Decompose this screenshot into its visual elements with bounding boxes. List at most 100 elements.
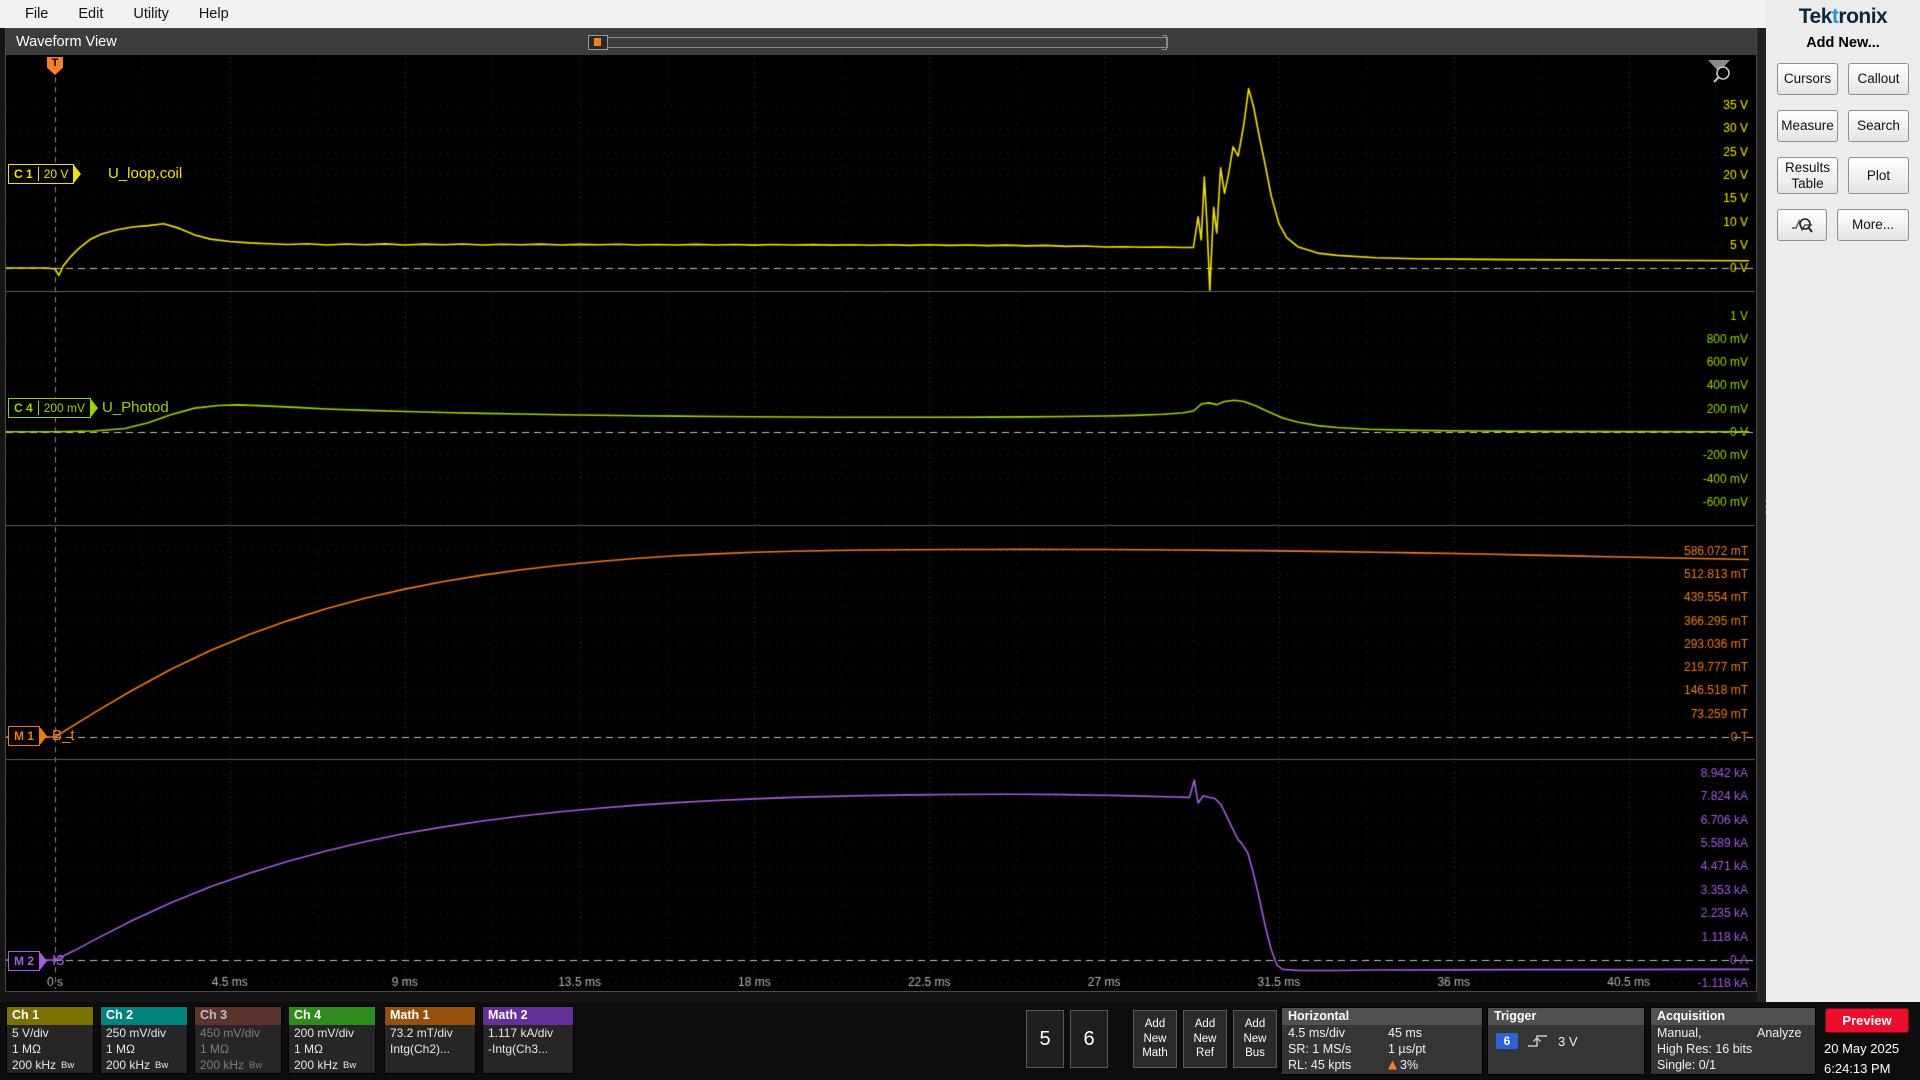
waveform-view-title: Waveform View [16,34,117,50]
trace-badge-ch4[interactable]: C 4 200 mV [8,398,99,418]
trace-label-math1: B_t [52,727,75,744]
sidebar-button-grid: Cursors Callout Measure Search Results Table… [1766,63,1920,195]
logo-text-left: Tek [1798,5,1833,28]
trace-badge-scale: 200 mV [37,401,85,415]
channel-setting: 200 kHz Bw [7,1057,93,1073]
acquisition-resolution-row: High Res: 16 bits [1651,1041,1815,1057]
more-button[interactable]: More... [1837,209,1909,242]
horizontal-panel[interactable]: Horizontal 4.5 ms/div 45 ms SR: 1 MS/s 1 µs… [1281,1007,1483,1075]
channel-badge-ch-3[interactable]: Ch 3 450 mV/div 1 MΩ 200 kHz Bw [194,1006,282,1074]
bandwidth-badge: Bw [249,1058,262,1073]
add-button-line: Ref [1196,1047,1214,1060]
channel-badge-math-1[interactable]: Math 1 73.2 mT/div Intg(Ch2)... [384,1006,476,1074]
trace-badge-math1[interactable]: M 1 [8,726,48,746]
acquisition-panel[interactable]: Acquisition Manual, Analyze High Res: 16… [1650,1007,1816,1075]
channel-setting: 200 kHz Bw [101,1057,187,1073]
horizontal-rows: 4.5 ms/div 45 ms SR: 1 MS/s 1 µs/pt RL: 45 k… [1282,1025,1482,1073]
horizontal-row: RL: 45 kpts 3% [1282,1057,1482,1073]
channel-setting: 450 mV/div [200,1026,261,1040]
waveform-view-panel: Waveform View T C 1 20 V U_loop,coil C 4 200… [5,28,1757,992]
acquisition-resolution: High Res: 16 bits [1657,1042,1753,1056]
trace-badge-name: C 4 [14,401,33,415]
trace-label-math2: I3 [52,952,65,969]
menu-bar: File Edit Utility Help [0,0,1766,28]
bandwidth-badge: Bw [155,1058,168,1073]
channel-setting: Intg(Ch2)... [390,1042,451,1056]
waveform-view-header[interactable]: Waveform View [6,29,1756,55]
plot-area: T C 1 20 V U_loop,coil C 4 200 mV U_Photod M 1… [6,55,1755,991]
trigger-settings-row: 6 3 V [1488,1025,1644,1049]
channel-setting: 250 mV/div [106,1026,167,1040]
trace-badge-name: C 1 [14,167,33,181]
acquisition-single-count: Single: 0/1 [1657,1058,1717,1072]
trigger-source-badge: 6 [1496,1033,1518,1049]
waveform-plot-canvas[interactable] [6,55,1755,991]
menu-file[interactable]: File [10,2,63,26]
add-new-math[interactable]: Add New Math [1133,1010,1177,1068]
trigger-panel[interactable]: Trigger 6 3 V [1487,1007,1645,1075]
bottom-settings-bar: Horizontal 4.5 ms/div 45 ms SR: 1 MS/s 1 µs… [0,1002,1920,1080]
zoom-tool-button[interactable] [1777,209,1827,242]
slot-button-5[interactable]: 5 [1026,1010,1064,1068]
time-text: 6:24:13 PM [1824,1060,1891,1076]
sidebar-button-measure[interactable]: Measure [1777,110,1838,142]
horizontal-panel-title: Horizontal [1282,1008,1482,1025]
add-new-ref[interactable]: Add New Ref [1183,1010,1227,1068]
channel-setting: 5 V/div [12,1026,49,1040]
horizontal-value-left: SR: 1 MS/s [1288,1042,1352,1056]
acquisition-single-row: Single: 0/1 [1651,1057,1815,1073]
add-button-line: Math [1142,1047,1168,1060]
sidebar-button-callout[interactable]: Callout [1848,63,1909,95]
channel-badge-title: Ch 3 [195,1007,281,1025]
channel-setting: 200 kHz Bw [289,1057,375,1073]
slot-button-6[interactable]: 6 [1070,1010,1108,1068]
acquisition-analyze: Analyze [1757,1026,1802,1040]
add-button-line: New [1143,1032,1167,1045]
trigger-panel-title: Trigger [1488,1008,1644,1025]
trigger-level-value: 3 V [1558,1033,1578,1049]
channel-setting: 1 MΩ [106,1042,135,1056]
add-button-line: New [1243,1032,1267,1045]
add-new-bus[interactable]: Add New Bus [1233,1010,1277,1068]
acquisition-panel-title: Acquisition [1651,1008,1815,1025]
trace-badge-scale: 20 V [37,167,68,181]
trace-badge-math2[interactable]: M 2 [8,951,48,971]
sidebar-button-search[interactable]: Search [1848,110,1909,142]
sidebar-button-plot[interactable]: Plot [1848,157,1909,195]
channel-badge-ch-1[interactable]: Ch 15 V/div 1 MΩ 200 kHz Bw [6,1006,94,1074]
channel-setting: 1 MΩ [294,1042,323,1056]
channel-badge-title: Ch 4 [289,1007,375,1025]
horizontal-value-right: 3% [1388,1057,1418,1073]
channel-setting: 1 MΩ [12,1042,41,1056]
channel-badge-math-2[interactable]: Math 2 1.117 kA/div -Intg(Ch3... [482,1006,574,1074]
horizontal-row: SR: 1 MS/s 1 µs/pt [1282,1041,1482,1057]
bandwidth-badge: Bw [343,1058,356,1073]
channel-setting: 1 MΩ [200,1042,229,1056]
channel-badge-ch-2[interactable]: Ch 2 250 mV/div 1 MΩ 200 kHz Bw [100,1006,188,1074]
add-button-line: Add [1194,1018,1216,1031]
magnifier-waveform-icon [1792,218,1813,233]
zoom-magnifier-icon[interactable] [1707,59,1733,83]
sidebar-button-results-table[interactable]: Results Table [1777,157,1838,195]
menu-help[interactable]: Help [184,2,244,26]
trace-badge-name: M 1 [14,729,35,743]
channel-badge-ch-4[interactable]: Ch 4 200 mV/div 1 MΩ 200 kHz Bw [288,1006,376,1074]
channel-setting: 200 kHz Bw [195,1057,281,1073]
rising-edge-slope-icon [1528,1035,1547,1047]
horizontal-row: 4.5 ms/div 45 ms [1282,1025,1482,1041]
add-new-title: Add New... [1806,35,1880,51]
menu-utility[interactable]: Utility [118,2,183,26]
sidebar-button-cursors[interactable]: Cursors [1777,63,1838,95]
channel-badge-title: Math 2 [483,1007,573,1025]
trace-badge-name: M 2 [14,954,35,968]
acquisition-mode-row: Manual, Analyze [1651,1025,1815,1041]
panel-splitter[interactable]: ⋮ [1757,28,1775,1002]
channel-setting: 73.2 mT/div [390,1026,453,1040]
pan-zoom-handle-icon[interactable] [588,35,608,50]
record-view-track[interactable] [608,35,1168,50]
menu-edit[interactable]: Edit [63,2,118,26]
preview-button[interactable]: Preview [1825,1008,1909,1033]
compression-icon [1388,1060,1397,1070]
trace-badge-ch1[interactable]: C 1 20 V [8,164,82,184]
horizontal-pan-zoom-bar[interactable] [588,35,1168,50]
